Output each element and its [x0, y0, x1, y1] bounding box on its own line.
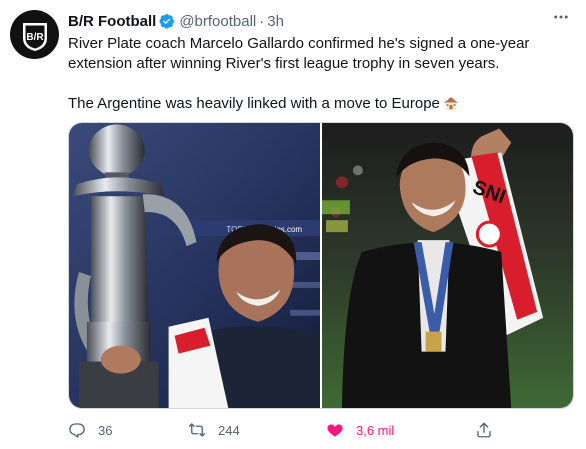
retweet-button[interactable]: 244	[188, 418, 240, 442]
heart-icon	[327, 424, 343, 437]
timestamp[interactable]: 3h	[267, 13, 284, 30]
separator: ·	[259, 12, 265, 30]
author-handle[interactable]: @brfootball	[179, 13, 256, 30]
tweet-card[interactable]: B/R B/R Football @brfootball · 3h River …	[0, 0, 586, 449]
photo-trophy-image: TORNEO socios.com	[69, 123, 320, 408]
tweet-paragraph-1: River Plate coach Marcelo Gallardo confi…	[68, 35, 530, 72]
photo-celebration-image: SNI	[322, 123, 573, 408]
retweet-icon	[188, 423, 206, 437]
tweet-header: B/R Football @brfootball · 3h	[68, 11, 284, 31]
like-count: 3,6 mil	[356, 422, 395, 438]
photo-trophy[interactable]: TORNEO socios.com	[69, 123, 320, 408]
retweet-count: 244	[218, 422, 240, 438]
house-emoji-icon	[443, 97, 458, 110]
tweet-paragraph-2: The Argentine was heavily linked with a …	[68, 94, 573, 114]
like-button[interactable]: 3,6 mil	[326, 418, 394, 442]
tweet-text: River Plate coach Marcelo Gallardo confi…	[68, 34, 573, 114]
avatar[interactable]: B/R	[10, 10, 59, 59]
tweet-actions: 36 244 3,6 mil	[68, 418, 573, 442]
more-options-button[interactable]	[547, 6, 575, 28]
avatar-text: B/R	[26, 32, 44, 43]
share-button[interactable]	[475, 418, 505, 442]
reply-icon	[69, 423, 85, 438]
share-icon	[477, 422, 491, 438]
tweet-paragraph-2-text: The Argentine was heavily linked with a …	[68, 95, 440, 112]
reply-button[interactable]: 36	[68, 418, 112, 442]
photo-celebration[interactable]: SNI	[322, 123, 573, 408]
br-logo-icon: B/R	[22, 22, 47, 51]
author-name[interactable]: B/R Football	[68, 13, 156, 30]
reply-count: 36	[98, 422, 113, 438]
more-icon	[554, 15, 568, 19]
media-grid: TORNEO socios.com	[68, 122, 574, 409]
verified-badge-icon	[159, 14, 175, 29]
